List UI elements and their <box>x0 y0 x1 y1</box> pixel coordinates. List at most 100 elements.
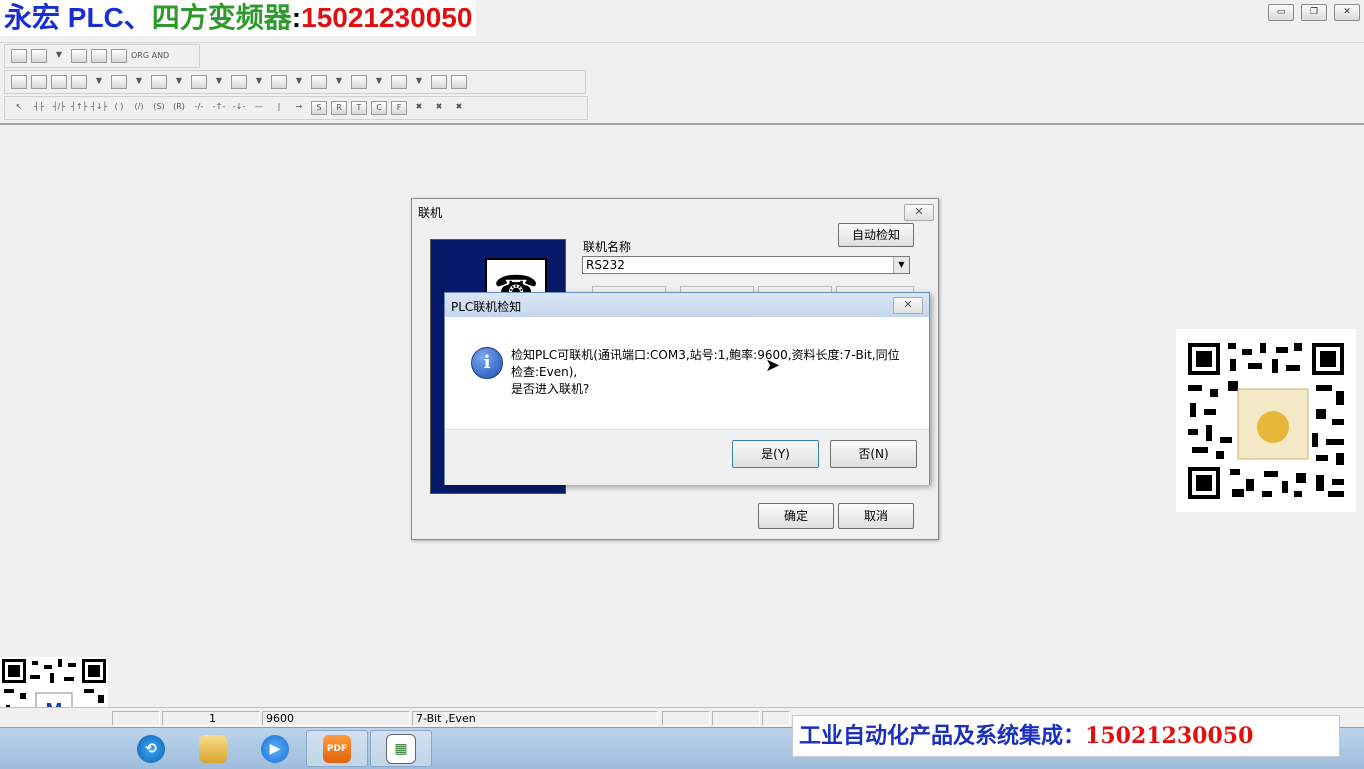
status-cell <box>762 711 790 726</box>
node-icon[interactable] <box>271 75 287 89</box>
box-t-icon[interactable]: T <box>351 101 367 115</box>
dialog-title: 联机 <box>418 206 443 220</box>
watermark-brand: 永宏 PLC、 <box>4 2 152 33</box>
watermark-phone: 15021230050 <box>301 2 473 33</box>
connection-name-label: 联机名称 <box>583 240 632 254</box>
org-and-icon[interactable]: ORG AND <box>131 52 169 60</box>
monitor-icon[interactable] <box>11 75 27 89</box>
delete-all-icon[interactable]: ✖ <box>451 101 467 115</box>
toolbar-ladder: ↖ ┤├ ┤/├ ┤↑├ ┤↓├ ( ) (/) (S) (R) -/- -↑-… <box>4 96 588 120</box>
close-button[interactable]: ✕ <box>1334 4 1360 21</box>
pulse-up-icon[interactable]: -↑- <box>211 101 227 115</box>
register-icon[interactable] <box>351 75 367 89</box>
plc-software-icon: ▦ <box>386 733 416 764</box>
print-icon[interactable] <box>391 75 407 89</box>
no-button[interactable]: 否(N) <box>830 440 917 468</box>
message-line-3: 是否进入联机? <box>511 382 590 396</box>
restore-button[interactable]: ❐ <box>1301 4 1327 21</box>
play-icon: ▶ <box>261 734 289 763</box>
messagebox-body: i 检知PLC可联机(通讯端口:COM3,站号:1,鲍率:9600,资料长度:7… <box>445 317 929 429</box>
new-file-icon[interactable] <box>11 49 27 63</box>
table-icon[interactable] <box>111 49 127 63</box>
wire-icon[interactable] <box>111 75 127 89</box>
coil-set-icon[interactable]: (S) <box>151 101 167 115</box>
horizontal-line-icon[interactable]: — <box>251 101 267 115</box>
connection-name-select[interactable]: RS232 ▼ <box>582 256 910 274</box>
qr-code-pattern-icon <box>1188 343 1344 499</box>
promo-banner: 工业自动化产品及系统集成：15021230050 <box>792 715 1340 757</box>
diagram-icon[interactable] <box>151 75 167 89</box>
taskbar-item-explorer[interactable] <box>182 730 244 767</box>
inverse-icon[interactable]: -/- <box>191 101 207 115</box>
box-s-icon[interactable]: S <box>311 101 327 115</box>
toolbar-monitor: ▼ ▼ ▼ ▼ ▼ ▼ ▼ ▼ ▼ <box>4 70 586 94</box>
box-f-icon[interactable]: F <box>391 101 407 115</box>
chevron-down-icon[interactable]: ▼ <box>171 75 187 89</box>
status-cell <box>712 711 760 726</box>
chevron-down-icon[interactable]: ▼ <box>411 75 427 89</box>
context-help-icon[interactable] <box>451 75 467 89</box>
delete-icon[interactable]: ✖ <box>411 101 427 115</box>
open-folder-icon[interactable] <box>31 49 47 63</box>
messagebox-text: 检知PLC可联机(通讯端口:COM3,站号:1,鲍率:9600,资料长度:7-B… <box>511 347 911 398</box>
auto-detect-button[interactable]: 自动检知 <box>838 223 914 247</box>
box-r-icon[interactable]: R <box>331 101 347 115</box>
chevron-down-icon[interactable]: ▼ <box>131 75 147 89</box>
taskbar-item-browser[interactable]: ⟲ <box>120 730 182 767</box>
info-icon: i <box>471 347 503 379</box>
cancel-button[interactable]: 取消 <box>838 503 914 529</box>
taskbar-item-pdf[interactable]: PDF <box>306 730 368 767</box>
contact-d-icon[interactable]: ┤↓├ <box>91 101 107 115</box>
banner-text: 工业自动化产品及系统集成： <box>799 723 1086 749</box>
messagebox-close-button[interactable]: ✕ <box>893 297 923 314</box>
edit-icon[interactable] <box>31 75 47 89</box>
help-icon[interactable] <box>431 75 447 89</box>
chevron-down-icon[interactable]: ▼ <box>91 75 107 89</box>
coil-icon[interactable]: ( ) <box>111 101 127 115</box>
contact-b-icon[interactable]: ┤/├ <box>51 101 67 115</box>
minimize-button[interactable]: ▭ <box>1268 4 1294 21</box>
arrow-right-icon[interactable]: → <box>291 101 307 115</box>
box-c-icon[interactable]: C <box>371 101 387 115</box>
network-icon[interactable] <box>191 75 207 89</box>
dialog-close-button[interactable]: ✕ <box>904 204 934 221</box>
chevron-down-icon[interactable]: ▼ <box>51 49 67 63</box>
chevron-down-icon[interactable]: ▼ <box>251 75 267 89</box>
chevron-down-icon[interactable]: ▼ <box>331 75 347 89</box>
banner-phone: 15021230050 <box>1085 723 1254 749</box>
program-icon[interactable] <box>91 49 107 63</box>
taskbar-item-media-player[interactable]: ▶ <box>244 730 306 767</box>
toolbar-file: ▼ ORG AND <box>4 44 200 68</box>
pulse-down-icon[interactable]: -↓- <box>231 101 247 115</box>
save-icon[interactable] <box>71 49 87 63</box>
chevron-down-icon[interactable]: ▼ <box>211 75 227 89</box>
yes-button[interactable]: 是(Y) <box>732 440 819 468</box>
status-baud: 9600 <box>262 711 410 726</box>
combo-value: RS232 <box>586 258 625 272</box>
list-icon[interactable] <box>311 75 327 89</box>
pdf-icon: PDF <box>323 734 351 763</box>
coil-q-icon[interactable]: (/) <box>131 101 147 115</box>
message-line-1: 检知PLC可联机(通讯端口:COM3,站号:1,鲍率:9600,资料长度:7-B… <box>511 348 900 362</box>
status-station: 1 <box>162 711 260 726</box>
contact-a-icon[interactable]: ┤├ <box>31 101 47 115</box>
user-icon[interactable] <box>231 75 247 89</box>
chevron-down-icon[interactable]: ▼ <box>371 75 387 89</box>
coil-reset-icon[interactable]: (R) <box>171 101 187 115</box>
taskbar-item-plc-software[interactable]: ▦ <box>370 730 432 767</box>
ok-button[interactable]: 确定 <box>758 503 834 529</box>
select-icon[interactable]: ↖ <box>11 101 27 115</box>
browser-icon: ⟲ <box>137 734 165 763</box>
messagebox-title: PLC联机检知 <box>451 300 522 314</box>
chevron-down-icon[interactable]: ▼ <box>893 257 909 273</box>
delete-vertical-icon[interactable]: ✖ <box>431 101 447 115</box>
watermark-banner: 永宏 PLC、四方变频器:15021230050 <box>0 0 477 36</box>
vertical-line-icon[interactable]: | <box>271 101 287 115</box>
contact-u-icon[interactable]: ┤↑├ <box>71 101 87 115</box>
device-icon[interactable] <box>51 75 67 89</box>
chevron-down-icon[interactable]: ▼ <box>291 75 307 89</box>
plc-detect-messagebox: PLC联机检知 ✕ i 检知PLC可联机(通讯端口:COM3,站号:1,鲍率:9… <box>444 292 930 485</box>
messagebox-footer: 是(Y) 否(N) <box>445 429 929 485</box>
ladder-icon[interactable] <box>71 75 87 89</box>
qr-code-right <box>1176 329 1356 512</box>
